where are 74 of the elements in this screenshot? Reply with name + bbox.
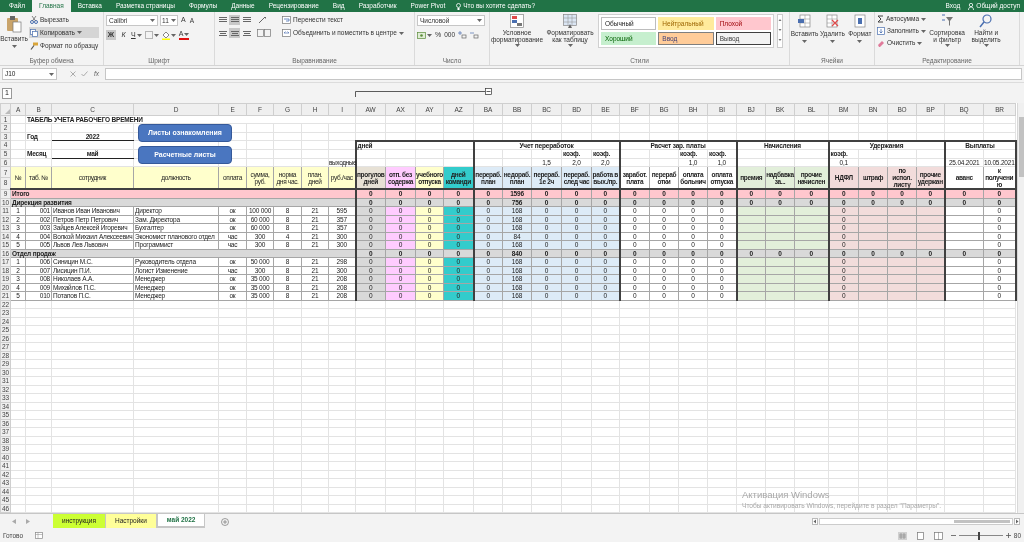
gallery-scroll-icon[interactable] — [777, 14, 783, 48]
paint-bucket-icon — [161, 30, 170, 40]
activation-title: Активация Windows — [742, 489, 831, 501]
scrollbar-thumb[interactable] — [954, 520, 1010, 523]
cancel-icon[interactable] — [70, 71, 76, 77]
caret-icon — [829, 39, 835, 43]
scroll-right-icon[interactable] — [1014, 518, 1020, 525]
increase-decimal-icon[interactable] — [458, 31, 468, 40]
align-button[interactable] — [241, 28, 252, 38]
previous-sheet-icon[interactable] — [12, 519, 16, 524]
caret-icon — [944, 44, 950, 47]
table-grid-icon — [563, 14, 577, 28]
borders-button[interactable] — [144, 30, 159, 40]
formula-input[interactable] — [105, 68, 1022, 80]
caret-icon — [150, 19, 155, 22]
scroll-left-icon[interactable] — [812, 518, 818, 525]
align-button[interactable] — [229, 28, 240, 38]
page-layout-view-icon[interactable] — [915, 531, 925, 540]
person-icon — [968, 2, 975, 10]
search-icon — [979, 14, 994, 28]
caret-icon — [802, 39, 807, 43]
normal-view-icon[interactable] — [897, 531, 907, 540]
caret-icon — [477, 19, 482, 22]
zoom-in-icon[interactable] — [1005, 533, 1011, 538]
enter-icon[interactable] — [81, 71, 88, 77]
sigma-icon — [877, 15, 884, 23]
align-button[interactable] — [217, 28, 228, 38]
caret-icon — [49, 72, 54, 76]
banknote-icon — [417, 31, 426, 39]
page-break-view-icon[interactable] — [933, 531, 943, 540]
align-button[interactable] — [217, 15, 228, 25]
caret-icon — [514, 44, 520, 47]
eraser-icon — [877, 39, 885, 47]
caret-icon — [427, 33, 432, 37]
caret-icon — [184, 32, 190, 36]
next-sheet-icon[interactable] — [26, 519, 30, 524]
zoom-out-icon[interactable] — [950, 533, 956, 538]
caret-icon — [920, 29, 926, 33]
caret-icon — [917, 41, 923, 45]
merge-cells-icon — [282, 29, 291, 37]
lightbulb-icon — [456, 2, 462, 10]
borders-icon — [144, 31, 153, 39]
indent-icon[interactable] — [257, 29, 271, 37]
caret-icon — [77, 31, 82, 34]
caret-icon — [170, 33, 176, 37]
collapse-icon[interactable] — [485, 88, 492, 95]
zoom-slider[interactable] — [958, 531, 1003, 540]
fill-color-button[interactable] — [161, 30, 176, 40]
caret-icon — [398, 31, 404, 35]
caret-icon — [153, 33, 159, 37]
vertical-scrollbar[interactable] — [1016, 103, 1024, 513]
caret-icon — [567, 44, 573, 47]
scrollbar-thumb[interactable] — [1018, 117, 1024, 177]
caret-icon — [11, 44, 17, 48]
caret-icon — [921, 17, 927, 21]
decrease-decimal-icon[interactable] — [470, 31, 480, 40]
caret-icon — [857, 39, 863, 43]
currency-button[interactable] — [417, 31, 432, 39]
scissors-icon — [30, 15, 38, 24]
clipboard-icon — [6, 15, 22, 33]
align-button[interactable] — [241, 15, 252, 25]
add-sheet-icon[interactable] — [221, 517, 230, 526]
fill-down-icon — [877, 27, 885, 35]
caret-icon — [136, 33, 142, 37]
caret-icon — [983, 44, 989, 47]
sort-filter-icon — [940, 14, 955, 28]
paintbrush-icon — [30, 41, 38, 50]
wrap-text-icon — [282, 16, 291, 24]
caret-icon — [171, 19, 176, 22]
align-button[interactable] — [229, 15, 240, 25]
copy-icon — [30, 28, 38, 37]
slider-thumb[interactable] — [977, 531, 980, 540]
horizontal-scrollbar[interactable] — [819, 518, 1013, 525]
macro-record-icon[interactable] — [35, 532, 44, 539]
